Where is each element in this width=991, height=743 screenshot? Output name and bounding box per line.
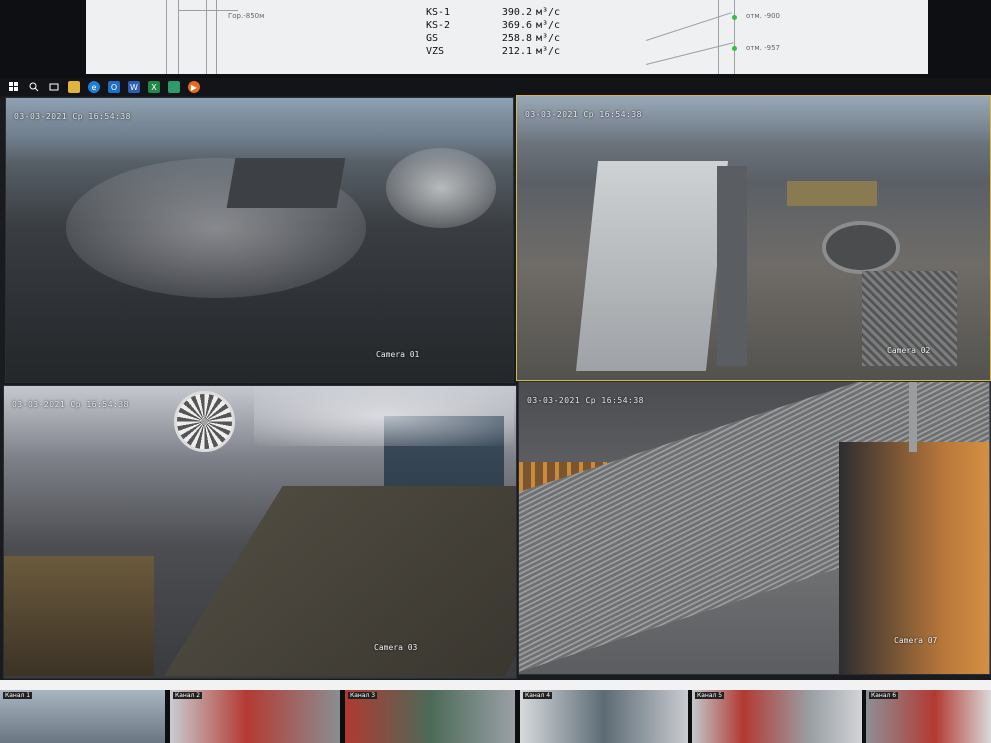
top-monitor: Гор.-850м KS-1 390.2 м³/с KS-2 369.6 м³/… xyxy=(0,0,991,78)
channel-thumbnail[interactable]: Канал 2 xyxy=(170,690,340,743)
channel-label: Канал 6 xyxy=(869,692,899,699)
camera-02-view[interactable]: 03-03-2021 Ср 16:54:38 Camera 02 xyxy=(516,95,991,381)
channel-label: Канал 2 xyxy=(173,692,203,699)
windows-start-icon[interactable] xyxy=(8,81,20,93)
flow-unit: м³/с xyxy=(536,20,561,31)
taskbar: e O W X ▶ xyxy=(0,78,991,96)
flow-unit: м³/с xyxy=(536,33,561,44)
flow-name: KS-2 xyxy=(426,20,451,31)
camera-03-view[interactable]: 03-03-2021 Ср 16:54:38 Camera 03 xyxy=(3,385,517,679)
flow-unit: м³/с xyxy=(536,46,561,57)
channel-label: Канал 5 xyxy=(695,692,725,699)
diagram-label-left: Гор.-850м xyxy=(228,12,265,20)
flow-diagram-panel: Гор.-850м KS-1 390.2 м³/с KS-2 369.6 м³/… xyxy=(86,0,928,74)
task-view-icon[interactable] xyxy=(48,81,60,93)
camera-timestamp: 03-03-2021 Ср 16:54:38 xyxy=(527,396,644,405)
camera-timestamp: 03-03-2021 Ср 16:54:38 xyxy=(525,110,642,119)
word-icon[interactable]: W xyxy=(128,81,140,93)
channel-thumbnail[interactable]: Канал 3 xyxy=(345,690,515,743)
camera-label: Camera 01 xyxy=(376,350,420,359)
flow-point-marker xyxy=(732,15,737,20)
channel-strip-header xyxy=(0,680,991,690)
flow-value: 369.6 xyxy=(501,20,532,31)
flow-value: 212.1 xyxy=(501,46,532,57)
camera-07-view[interactable]: 03-03-2021 Ср 16:54:38 Camera 07 xyxy=(518,381,991,675)
channel-label: Канал 1 xyxy=(3,692,33,699)
channel-thumbnail[interactable]: Канал 1 xyxy=(0,690,165,743)
file-explorer-icon[interactable] xyxy=(68,81,80,93)
edge-icon[interactable]: e xyxy=(88,81,100,93)
camera-label: Camera 02 xyxy=(887,346,931,355)
channel-thumbnail[interactable]: Канал 4 xyxy=(520,690,688,743)
search-icon[interactable] xyxy=(28,81,40,93)
channel-thumbnails: Канал 1 Канал 2 Канал 3 Канал 4 Канал 5 … xyxy=(0,690,991,743)
outlook-icon[interactable]: O xyxy=(108,81,120,93)
camera-timestamp: 03-03-2021 Ср 16:54:38 xyxy=(12,400,129,409)
diagram-label-right-top: отм. -900 xyxy=(746,12,780,20)
flow-value: 390.2 xyxy=(501,7,532,18)
flow-name: GS xyxy=(426,33,439,44)
excel-icon[interactable]: X xyxy=(148,81,160,93)
flow-row: GS 258.8 м³/с xyxy=(426,32,576,45)
channel-thumbnail[interactable]: Канал 5 xyxy=(692,690,862,743)
flow-unit: м³/с xyxy=(536,7,561,18)
flow-row: VZS 212.1 м³/с xyxy=(426,45,576,58)
camera-timestamp: 03-03-2021 Ср 16:54:38 xyxy=(14,112,131,121)
flow-point-marker xyxy=(732,46,737,51)
camera-label: Camera 07 xyxy=(894,636,938,645)
media-player-icon[interactable]: ▶ xyxy=(188,81,200,93)
channel-label: Канал 3 xyxy=(348,692,378,699)
flow-name: KS-1 xyxy=(426,7,451,18)
flow-value: 258.8 xyxy=(501,33,532,44)
flow-row: KS-1 390.2 м³/с xyxy=(426,6,576,19)
flow-row: KS-2 369.6 м³/с xyxy=(426,19,576,32)
flow-table: KS-1 390.2 м³/с KS-2 369.6 м³/с GS 258.8… xyxy=(426,6,576,58)
camera-01-view[interactable]: 03-03-2021 Ср 16:54:38 Camera 01 xyxy=(5,97,514,383)
app-icon[interactable] xyxy=(168,81,180,93)
diagram-label-right-mid: отм. -957 xyxy=(746,44,780,52)
camera-label: Camera 03 xyxy=(374,643,418,652)
channel-label: Канал 4 xyxy=(523,692,553,699)
channel-thumbnail[interactable]: Канал 6 xyxy=(866,690,991,743)
flow-name: VZS xyxy=(426,46,445,57)
